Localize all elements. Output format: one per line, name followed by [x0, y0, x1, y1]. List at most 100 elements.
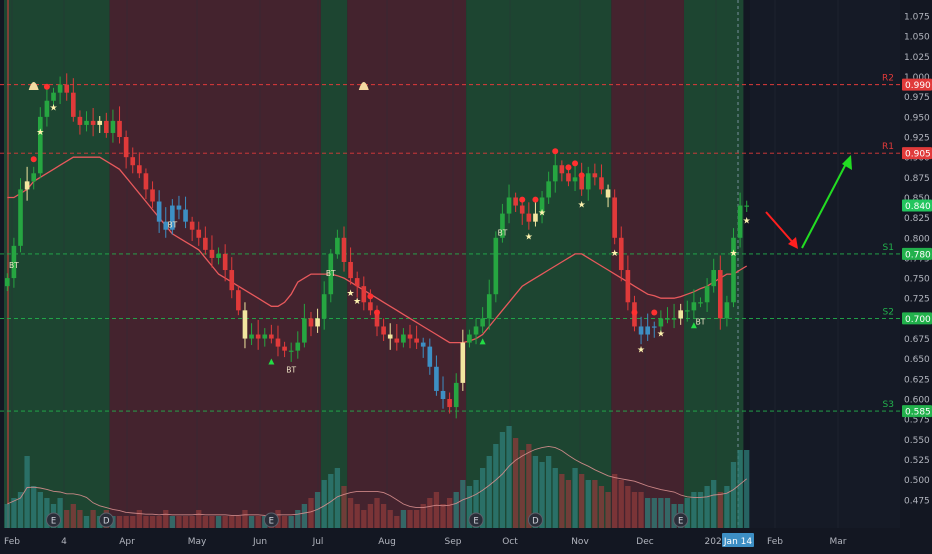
candle-body	[440, 390, 446, 400]
candle-body	[31, 173, 37, 182]
candle-body	[104, 120, 109, 133]
candle-body	[71, 92, 76, 117]
candle-body	[467, 334, 472, 343]
volume-bar	[625, 486, 631, 528]
volume-bar	[413, 510, 420, 528]
volume-bar	[209, 516, 215, 528]
volume-bar	[24, 456, 30, 528]
signal-dot	[552, 148, 559, 155]
candle-body	[255, 334, 261, 339]
volume-bar	[493, 444, 499, 528]
time-tick-label: Mar	[830, 537, 847, 547]
candle-body	[4, 278, 10, 287]
candle-body	[150, 189, 155, 202]
price-tick-label: 0.950	[904, 113, 930, 123]
candle-body	[684, 310, 690, 312]
candle-body	[546, 181, 551, 198]
candle-body	[625, 270, 631, 303]
candle-body	[196, 229, 202, 238]
signal-star: ★	[525, 233, 533, 243]
event-badge-letter: E	[269, 517, 274, 527]
price-tick-label: 0.825	[904, 214, 930, 224]
volume-bar	[598, 486, 605, 528]
volume-bar	[605, 492, 611, 528]
candle-body	[526, 213, 532, 222]
level-name-r1: R1	[882, 142, 894, 152]
volume-bar	[116, 516, 123, 528]
candle-body	[493, 237, 499, 295]
volume-bar	[446, 498, 453, 528]
candle-body	[84, 120, 89, 125]
candle-body	[460, 342, 466, 383]
volume-bar	[215, 516, 222, 528]
signal-dot	[367, 293, 374, 300]
volume-bar	[248, 516, 255, 528]
trend-zones	[4, 0, 744, 528]
candle-body	[143, 173, 149, 190]
volume-bar	[717, 492, 723, 528]
volume-bar	[130, 516, 136, 528]
volume-bar	[347, 498, 354, 528]
price-chart[interactable]: R2R1S1S2S3 BT★★BTBTBT★★BT ★★★★★★BT★★E D E E D…	[0, 0, 932, 550]
candle-body	[18, 189, 23, 246]
volume-bar	[512, 438, 519, 528]
candle-body	[612, 197, 617, 238]
volume-bar	[506, 426, 512, 528]
signal-star: ★	[36, 128, 44, 138]
candle-body	[97, 120, 103, 125]
volume-bar	[235, 516, 242, 528]
volume-bar	[565, 480, 572, 528]
volume-bar	[169, 516, 175, 528]
event-badge-letter: D	[103, 517, 110, 527]
volume-bar	[11, 498, 17, 528]
candle-body	[678, 310, 683, 319]
signal-star: ★	[353, 297, 361, 307]
event-badge-letter: D	[532, 517, 539, 527]
volume-bar	[37, 492, 43, 528]
price-tick-label: 0.650	[904, 355, 930, 365]
candle-body	[473, 326, 479, 335]
time-tick-label: Sep	[445, 537, 462, 547]
level-price-label: 0.780	[905, 250, 931, 260]
candle-body	[401, 334, 406, 343]
signal-star: ★	[578, 200, 586, 210]
candle-body	[434, 366, 439, 391]
signal-bt-label: BT	[498, 229, 508, 238]
price-tick-label: 0.750	[904, 275, 930, 285]
candle-body	[717, 270, 723, 319]
candle-body	[222, 253, 228, 271]
volume-bar	[189, 516, 195, 528]
volume-bar	[387, 510, 393, 528]
candle-body	[519, 205, 525, 214]
signal-bt-label: BT	[696, 317, 706, 326]
level-name-s1: S1	[883, 243, 894, 253]
volume-bar	[486, 456, 492, 528]
candle-body	[407, 334, 413, 339]
zone-bull	[4, 0, 110, 528]
volume-bar	[123, 516, 129, 528]
volume-bar	[301, 504, 308, 528]
candle-body	[691, 302, 697, 311]
level-price-label: 0.990	[905, 81, 931, 91]
time-tick-label: Aug	[378, 537, 396, 547]
candle-body	[486, 294, 492, 319]
volume-bar	[433, 492, 440, 528]
signal-bt-label: BT	[326, 269, 336, 278]
price-tick-label: 0.975	[904, 93, 930, 103]
candle-body	[130, 157, 136, 166]
volume-bar	[559, 474, 565, 528]
candle-body	[51, 92, 56, 101]
candle-body	[552, 165, 558, 182]
volume-bar	[658, 498, 664, 528]
price-tick-label: 0.725	[904, 295, 930, 305]
volume-bar	[546, 456, 552, 528]
signal-star: ★	[611, 249, 619, 259]
signal-dot	[30, 156, 37, 163]
candle-body	[123, 137, 129, 158]
candle-body	[480, 318, 485, 327]
candle-body	[117, 120, 122, 138]
signal-star: ★	[743, 217, 751, 227]
volume-bar	[407, 510, 413, 528]
signal-star: ★	[657, 329, 665, 339]
volume-bar	[321, 480, 327, 528]
